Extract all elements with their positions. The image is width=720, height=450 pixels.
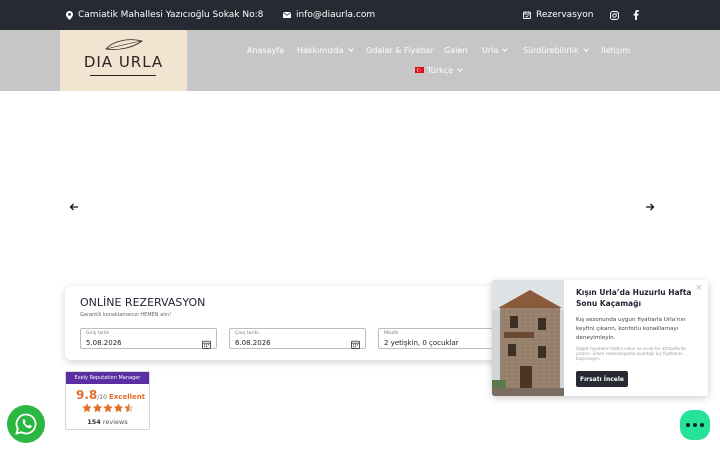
instagram-icon[interactable] <box>610 0 619 30</box>
reputation-score: 9.8/10 <box>76 388 107 402</box>
nav-item-anasayfa[interactable]: Anasayfa <box>247 44 284 56</box>
address-text: Camiatik Mahallesi Yazıcıoğlu Sokak No:8 <box>78 10 264 20</box>
nav-item-urla[interactable]: Urla <box>482 44 509 56</box>
checkout-label: Çıkış tarihi <box>235 331 259 336</box>
slider-prev-arrow-icon[interactable] <box>68 198 80 211</box>
promo-cta-button[interactable]: Fırsatı İncele <box>576 371 628 387</box>
nav-item-iletisim[interactable]: İletişim <box>601 44 630 56</box>
facebook-icon[interactable] <box>633 0 639 30</box>
chevron-down-icon <box>582 45 589 52</box>
reputation-badge[interactable]: Exely Reputation Manager 9.8/10 Excellen… <box>65 371 150 430</box>
promo-body: Kış sezonunda uygun fiyatlarla Urla’nın … <box>576 317 686 341</box>
turkey-flag-icon <box>415 66 424 75</box>
chevron-down-icon <box>457 65 463 72</box>
whatsapp-button[interactable] <box>7 405 45 443</box>
chat-dot-icon <box>693 423 697 427</box>
chat-dot-icon <box>700 423 704 427</box>
reputation-header: Exely Reputation Manager <box>66 372 149 384</box>
logo-underline <box>90 75 156 76</box>
reputation-review-count: 154 reviews <box>87 418 128 426</box>
reservation-widget: ONLİNE REZERVASYON Garantili konaklamanı… <box>65 286 535 360</box>
promo-small-text: Soğuk havaların tadını sakin ve sıcak bi… <box>576 346 686 361</box>
promo-popup: × Kışın Urla’da Huzurlu Hafta Sonu Kaçam… <box>492 280 708 396</box>
checkin-date-field[interactable]: Giriş tarihi 5.08.2026 <box>80 328 217 349</box>
promo-title: Kışın Urla’da Huzurlu Hafta Sonu Kaçamağ… <box>576 288 692 308</box>
reservation-title: ONLİNE REZERVASYON <box>80 296 206 309</box>
nav-item-surdurebilirlik[interactable]: Sürdürebilirlik <box>523 44 589 56</box>
chevron-down-icon <box>502 45 509 52</box>
calendar-check-icon <box>523 11 531 19</box>
envelope-icon <box>283 12 291 18</box>
language-selector[interactable]: Türkçe <box>415 64 463 76</box>
checkout-value[interactable]: 6.08.2026 <box>235 339 271 347</box>
logo-text: DIA URLA <box>83 53 164 71</box>
nav-item-odalar[interactable]: Odalar & Fiyatlar <box>366 44 433 56</box>
checkout-date-field[interactable]: Çıkış tarihi 6.08.2026 <box>229 328 366 349</box>
reservation-subtitle: Garantili konaklamanızı HEMEN alın! <box>80 312 172 318</box>
map-pin-icon <box>66 10 73 20</box>
reputation-rating-word: Excellent <box>109 393 146 401</box>
whatsapp-icon <box>15 413 37 435</box>
site-logo[interactable]: DIA URLA <box>60 30 187 91</box>
guests-label: Misafir <box>384 331 399 336</box>
chat-dot-icon <box>686 423 690 427</box>
chevron-down-icon <box>347 45 354 52</box>
checkin-value[interactable]: 5.08.2026 <box>86 339 122 347</box>
star-rating-icon <box>82 403 134 413</box>
nav-item-galeri[interactable]: Galeri <box>444 44 468 56</box>
leaf-logo-icon <box>105 39 143 50</box>
reservation-label[interactable]: Rezervasyon <box>536 10 593 20</box>
slider-next-arrow-icon[interactable] <box>644 198 656 211</box>
email-item[interactable]: info@diaurla.com <box>283 0 375 30</box>
stone-house-photo <box>492 280 564 396</box>
email-link[interactable]: info@diaurla.com <box>296 10 375 20</box>
calendar-icon[interactable] <box>351 334 360 353</box>
close-icon[interactable]: × <box>695 283 703 293</box>
top-bar: Camiatik Mahallesi Yazıcıoğlu Sokak No:8… <box>0 0 720 30</box>
checkin-label: Giriş tarihi <box>86 331 110 336</box>
reservation-link[interactable]: Rezervasyon <box>523 0 593 30</box>
language-label[interactable]: Türkçe <box>427 66 453 75</box>
nav-item-hakkimizda[interactable]: Hakkımızda <box>297 44 354 56</box>
address-item: Camiatik Mahallesi Yazıcıoğlu Sokak No:8 <box>66 0 263 30</box>
chat-widget-button[interactable] <box>680 410 710 440</box>
calendar-icon[interactable] <box>202 334 211 353</box>
guests-value[interactable]: 2 yetişkin, 0 çocuklar <box>384 339 459 347</box>
